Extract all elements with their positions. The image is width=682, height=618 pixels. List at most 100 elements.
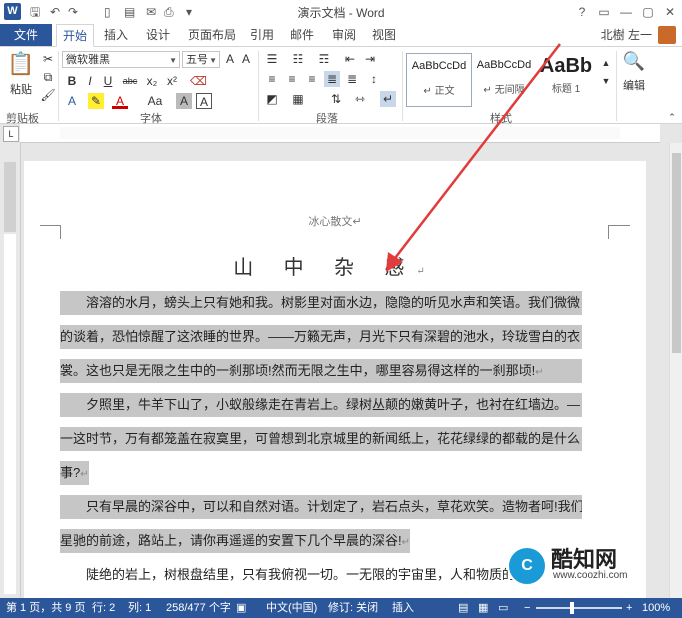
status-track-changes[interactable]: 修订: 关闭 (328, 598, 378, 618)
sort-icon[interactable]: ⇅ (328, 91, 344, 107)
shrink-font-icon[interactable]: A (238, 51, 254, 67)
tab-file[interactable]: 文件 (0, 24, 52, 46)
ribbon-display-button[interactable]: ▭ (594, 3, 614, 21)
increase-indent-icon[interactable]: ⇥ (362, 51, 378, 67)
document-heading[interactable]: 山 中 杂 感↵ (24, 251, 646, 280)
heading-text: 山 中 杂 感 (233, 255, 417, 279)
zoom-slider[interactable] (536, 607, 622, 609)
document-line[interactable]: 溶溶的水月，螃头上只有她和我。树影里对面水边，隐隐的听见水声和笑语。我们微微 (60, 291, 582, 315)
minimize-button[interactable]: — (616, 3, 636, 21)
zoom-out-button[interactable]: − (524, 598, 530, 618)
tab-page-layout[interactable]: 页面布局 (182, 24, 242, 46)
styles-scroll-up-icon[interactable]: ▲ (598, 55, 614, 71)
format-painter-icon[interactable]: 🖌 (40, 87, 56, 103)
user-name[interactable]: 北樹 左一 (601, 24, 652, 46)
web-layout-icon[interactable]: ▭ (498, 598, 508, 618)
help-button[interactable]: ? (572, 3, 592, 21)
show-marks-icon[interactable]: ↵ (380, 91, 396, 107)
strikethrough-icon[interactable]: abc (122, 73, 138, 89)
page-header[interactable]: 冰心散文↵ (24, 213, 646, 229)
find-icon[interactable]: 🔍 (622, 51, 646, 72)
align-right-icon[interactable]: ≡ (304, 71, 320, 87)
document-line[interactable]: 陡绝的岩上，树根盘结里，只有我俯视一切。一无限的宇宙里，人和物质的山 (60, 563, 582, 587)
align-left-icon[interactable]: ≡ (264, 71, 280, 87)
chinese-layout-icon[interactable]: ⇿ (352, 91, 368, 107)
grow-font-icon[interactable]: A (222, 51, 238, 67)
tab-references[interactable]: 引用 (244, 24, 280, 46)
distributed-icon[interactable]: ≣ (344, 71, 360, 87)
change-case-icon[interactable]: Aa (144, 93, 166, 109)
document-page[interactable]: 冰心散文↵ 山 中 杂 感↵ 溶溶的水月，螃头上只有她和我。树影里对面水边，隐隐… (24, 161, 646, 598)
cut-icon[interactable]: ✂ (40, 51, 56, 67)
document-line[interactable]: 只有早晨的深谷中，可以和自然对语。计划定了，岩石点头，草花欢笑。造物者呵!我们 (60, 495, 582, 519)
document-line[interactable]: 的谈着，恐怕惊醒了这浓睡的世界。——万籁无声，月光下只有深碧的池水，玲珑雪白的衣 (60, 325, 582, 349)
status-insert-mode[interactable]: 插入 (392, 598, 414, 618)
paste-button[interactable]: 粘贴 (6, 81, 36, 97)
scrollbar-thumb[interactable] (672, 153, 681, 353)
clear-format-icon[interactable]: ⌫ (190, 73, 207, 89)
styles-scroll-down-icon[interactable]: ▼ (598, 73, 614, 89)
char-border-icon[interactable]: A (196, 93, 212, 109)
line-spacing-icon[interactable]: ↕ (366, 71, 382, 87)
style-no-spacing[interactable]: AaBbCcDd ↵ 无间隔 (472, 53, 536, 105)
superscript-icon[interactable]: x² (164, 73, 180, 89)
highlight-color-icon[interactable]: ✎ (88, 93, 104, 109)
copy-icon[interactable]: ⧉ (40, 69, 56, 85)
underline-icon[interactable]: U (100, 73, 116, 89)
zoom-in-button[interactable]: + (626, 598, 632, 618)
bold-icon[interactable]: B (64, 73, 80, 89)
tab-stop-selector[interactable]: L (3, 126, 19, 142)
tab-design[interactable]: 设计 (140, 24, 176, 46)
style-sample: AaBbCcDd (411, 60, 467, 72)
zoom-slider-thumb[interactable] (570, 602, 574, 614)
tab-mailings[interactable]: 邮件 (284, 24, 320, 46)
multilevel-list-icon[interactable]: ☶ (316, 51, 332, 67)
document-line[interactable]: 一这时节，万有都笼盖在寂寞里，可曾想到北京城里的新闻纸上，花花绿绿的都载的是什么 (60, 427, 582, 451)
font-color-icon[interactable]: A (112, 93, 128, 109)
shading-icon[interactable]: ◩ (264, 91, 280, 107)
proofing-icon[interactable]: ▣ (236, 598, 246, 618)
status-word-count[interactable]: 258/477 个字 (166, 598, 231, 618)
tab-view[interactable]: 视图 (366, 24, 402, 46)
line-text: 一这时节，万有都笼盖在寂寞里，可曾想到北京城里的新闻纸上，花花绿绿的都载的是什么 (60, 431, 581, 446)
document-line[interactable]: 事?↵ (60, 461, 89, 485)
print-layout-icon[interactable]: ▦ (478, 598, 488, 618)
close-button[interactable]: ✕ (660, 3, 680, 21)
vertical-ruler[interactable] (0, 142, 21, 597)
vertical-scrollbar[interactable] (669, 143, 682, 598)
char-shading-icon[interactable]: A (176, 93, 192, 109)
status-language[interactable]: 中文(中国) (266, 598, 317, 618)
document-line[interactable]: 星驰的前途，路站上，请你再遥遥的安置下几个早晨的深谷!↵ (60, 529, 411, 553)
decrease-indent-icon[interactable]: ⇤ (342, 51, 358, 67)
status-line[interactable]: 行: 2 (92, 598, 115, 618)
document-line[interactable]: 裳。这也只是无限之生中的一刹那顷!然而无限之生中，哪里容易得这样的一刹那顷!↵ (60, 359, 582, 383)
font-size-select[interactable]: 五号 ▼ (182, 51, 220, 68)
borders-icon[interactable]: ▦ (290, 91, 306, 107)
justify-icon[interactable]: ≣ (324, 71, 340, 87)
subscript-icon[interactable]: x₂ (144, 73, 160, 89)
style-normal[interactable]: AaBbCcDd ↵ 正文 (406, 53, 472, 107)
tab-home[interactable]: 开始 (56, 24, 94, 47)
text-effects-icon[interactable]: A (64, 93, 80, 109)
editing-button[interactable]: 编辑 (620, 77, 648, 93)
numbering-icon[interactable]: ☷ (290, 51, 306, 67)
document-line[interactable]: 夕照里，牛羊下山了，小蚁般缘走在青岩上。绿树丛颠的嫩黄叶子，也衬在红墙边。— (60, 393, 582, 417)
status-page[interactable]: 第 1 页，共 9 页 (6, 598, 85, 618)
align-center-icon[interactable]: ≡ (284, 71, 300, 87)
ruler-text-area (4, 234, 16, 594)
status-column[interactable]: 列: 1 (128, 598, 151, 618)
read-mode-icon[interactable]: ▤ (458, 598, 468, 618)
style-heading-1[interactable]: AaBb 标题 1 (538, 53, 594, 105)
collapse-ribbon-icon[interactable]: ⌃ (664, 109, 680, 125)
avatar[interactable] (658, 26, 676, 44)
bullets-icon[interactable]: ☰ (264, 51, 280, 67)
ribbon: 📋 粘贴 ✂ ⧉ 🖌 剪贴板 微软雅黑 ▼ 五号 ▼ A A B I U abc x… (0, 47, 682, 125)
font-name-select[interactable]: 微软雅黑 ▼ (62, 51, 180, 68)
maximize-button[interactable]: ▢ (638, 3, 658, 21)
horizontal-ruler[interactable] (20, 124, 660, 143)
tab-review[interactable]: 审阅 (324, 24, 364, 46)
italic-icon[interactable]: I (82, 73, 98, 89)
tab-insert[interactable]: 插入 (98, 24, 134, 46)
document-area[interactable]: 冰心散文↵ 山 中 杂 感↵ 溶溶的水月，螃头上只有她和我。树影里对面水边，隐隐… (21, 143, 669, 598)
zoom-level[interactable]: 100% (642, 598, 670, 618)
